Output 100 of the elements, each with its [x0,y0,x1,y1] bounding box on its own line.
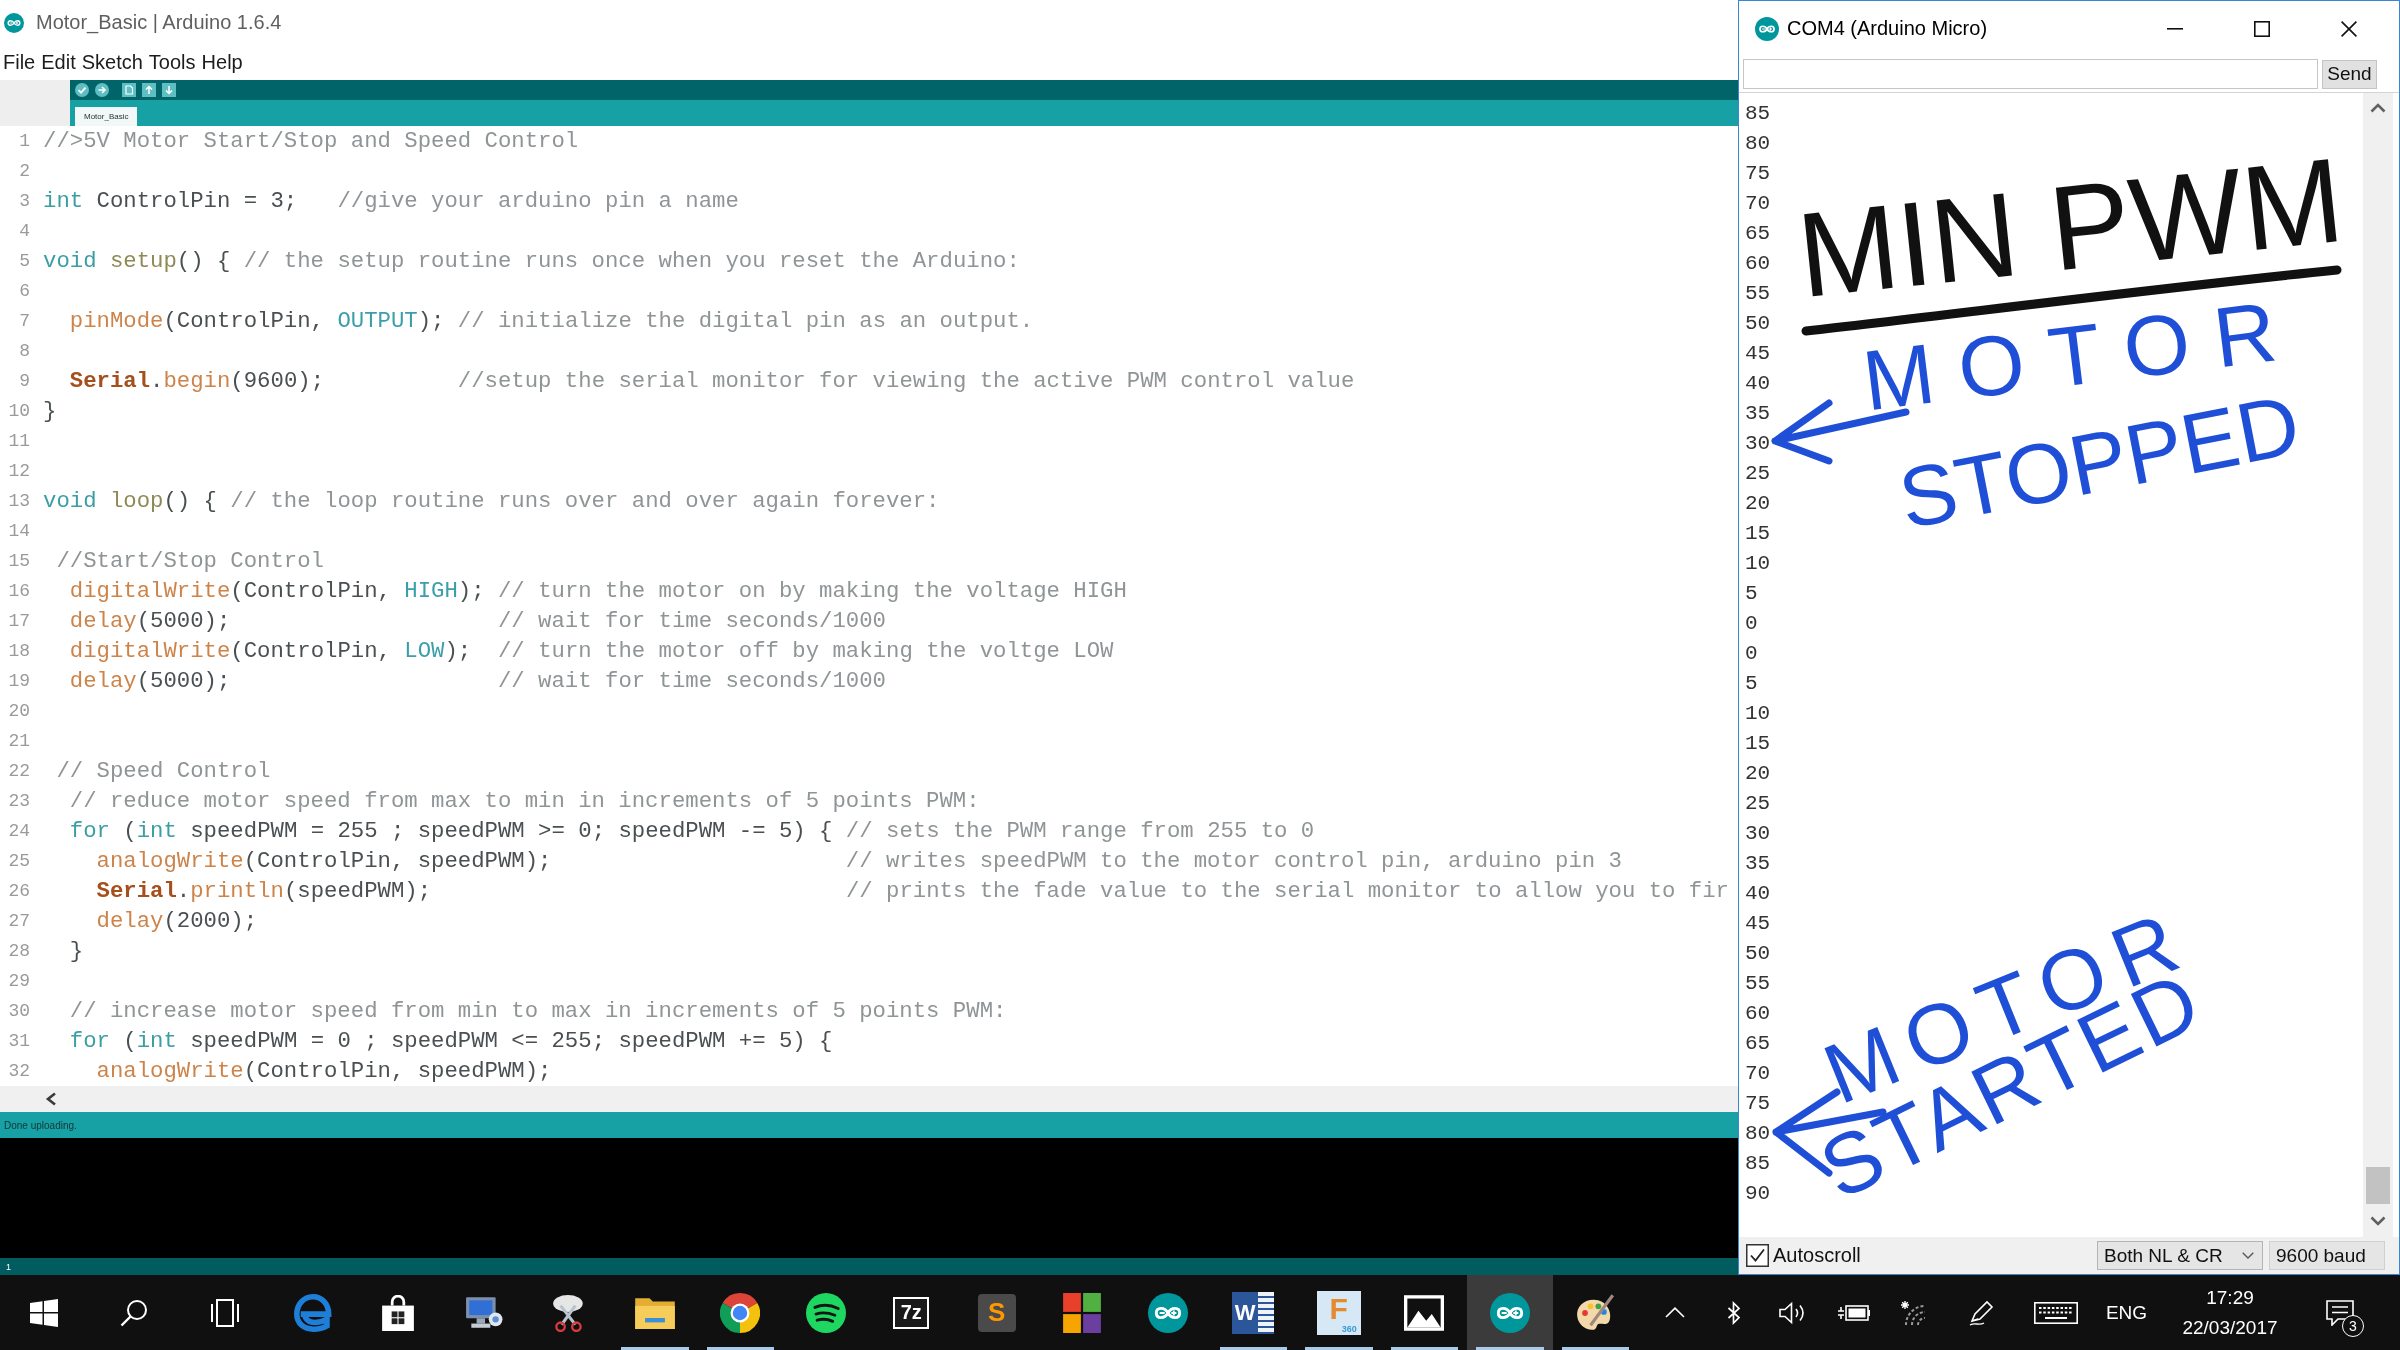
taskbar-button[interactable]: 7z [868,1275,954,1350]
line-number: 29 [8,970,30,993]
logo-letter: F [1329,1293,1348,1324]
serial-output-line: 60 [1745,1001,1771,1027]
scrollbar-thumb[interactable] [2366,1167,2390,1204]
mosaic-icon[interactable] [1063,1292,1102,1333]
file-tab[interactable]: Motor_Basic [75,107,138,126]
code-line: pinMode(ControlPin, OUTPUT); // initialize the digital pin as an output. [69,307,1034,336]
chevron-down-icon[interactable] [2370,1216,2386,1226]
serial-output-line: 75 [1745,161,1771,187]
shopping-bag-icon[interactable] [381,1294,416,1331]
notification-count: 3 [2342,1315,2364,1337]
serial-output-line: 30 [1745,431,1771,457]
serial-output-line: 55 [1745,281,1771,307]
minimize-icon[interactable] [2166,27,2183,30]
window-title: COM4 (Arduino Micro) [1787,17,1988,40]
code-line: delay(5000); // wait for time seconds/1000 [69,667,886,696]
line-number: 16 [8,580,30,603]
code-line: delay(5000); // wait for time seconds/1000 [69,607,886,636]
logo-caption: 360 [1341,1323,1357,1334]
clock-date[interactable]: 22/03/2017 [2182,1315,2278,1340]
landscape-icon[interactable] [1404,1294,1445,1331]
window-title: Motor_Basic | Arduino 1.6.4 [36,11,282,34]
serial-output-line: 75 [1745,1091,1771,1117]
speaker-icon[interactable] [1779,1300,1807,1325]
line-number: 12 [8,460,30,483]
line-number: 2 [19,160,30,183]
serial-output-line: 60 [1745,251,1771,277]
line-number: 23 [8,790,30,813]
menu-item[interactable]: Tools [148,51,196,74]
pen-icon[interactable] [1969,1299,1995,1326]
line-number: 32 [8,1060,30,1083]
taskbar-button[interactable] [1467,1275,1553,1350]
serial-output-line: 10 [1745,701,1771,727]
checkbox[interactable] [1746,1244,1769,1267]
e-shape-icon[interactable] [293,1293,332,1332]
serial-output-line: 55 [1745,971,1771,997]
line-number: 11 [8,430,30,453]
code-line: for (int speedPWM = 0 ; speedPWM <= 255; speedPWM += 5) { [69,1027,833,1056]
serial-output-line: 70 [1745,191,1771,217]
checkbox-label[interactable]: Autoscroll [1773,1244,1861,1267]
language-indicator[interactable]: ENG [2105,1301,2148,1324]
circle-waves-icon[interactable] [805,1292,846,1333]
line-ending-dropdown[interactable]: Both NL & CR [2097,1241,2263,1270]
close-icon[interactable] [2340,20,2357,37]
serial-output-line: 5 [1745,671,1758,697]
bluetooth-icon[interactable] [1727,1300,1741,1325]
check-circle-icon[interactable] [75,83,89,97]
menu-item[interactable]: File [3,51,36,74]
taskbar-button[interactable]: W [1210,1275,1296,1350]
keyboard-icon[interactable] [2034,1301,2078,1324]
line-number: 17 [8,610,30,633]
infinity-logo-icon[interactable] [1489,1292,1530,1333]
menu-item[interactable]: Edit [41,51,76,74]
infinity-logo-icon[interactable] [1147,1292,1188,1333]
line-number: 22 [8,760,30,783]
right-arrow-circle-icon[interactable] [95,83,109,97]
serial-output-line: 25 [1745,791,1771,817]
line-number: 28 [8,940,30,963]
line-number: 10 [8,400,30,423]
serial-output-line: 80 [1745,1121,1771,1147]
app-logo[interactable]: W [1232,1291,1275,1334]
computer-icon[interactable] [464,1295,503,1330]
search-icon[interactable] [120,1298,148,1327]
app-logo[interactable]: 7z [893,1296,930,1329]
menu-item[interactable]: Sketch [81,51,143,74]
code-line: analogWrite(ControlPin, speedPWM); // writes speedPWM to the motor control pin, arduino pin 3 [96,847,1622,876]
code-line: // Speed Control [56,757,271,786]
send-button[interactable]: Send [2322,59,2377,89]
start-icon[interactable] [30,1298,58,1327]
code-line: int ControlPin = 3; //give your arduino pin a name [43,187,739,216]
segmented-circle-icon[interactable] [720,1292,761,1333]
clock-time[interactable]: 17:29 [2206,1285,2254,1310]
chevron-left-icon[interactable] [45,1092,57,1106]
code-line: //Start/Stop Control [56,547,324,576]
line-indicator: 1 [6,1261,11,1272]
folder-icon[interactable] [634,1296,675,1329]
serial-output-line: 5 [1745,581,1758,607]
serial-output-line: 65 [1745,221,1771,247]
chevron-down-icon [2242,1252,2254,1259]
line-number: 19 [8,670,30,693]
taskbar-button[interactable]: S [954,1275,1040,1350]
baud-rate-dropdown[interactable]: 9600 baud [2269,1241,2385,1270]
serial-output-line: 0 [1745,611,1758,637]
menu-item[interactable]: Help [201,51,243,74]
infinity-logo-icon [1755,16,1779,41]
serial-output-line: 15 [1745,731,1771,757]
message-input[interactable] [1743,59,2318,89]
vertical-scrollbar[interactable] [2363,93,2393,1237]
serial-output-line: 35 [1745,401,1771,427]
maximize-icon[interactable] [2253,20,2270,37]
stacked-windows-icon[interactable] [210,1298,240,1327]
app-logo[interactable]: S [977,1293,1016,1332]
infinity-logo-icon [4,12,24,33]
serial-output-line: 40 [1745,881,1771,907]
serial-output-line: 65 [1745,1031,1771,1057]
code-line: // reduce motor speed from max to min in increments of 5 points PWM: [69,787,980,816]
palette-icon[interactable] [1575,1293,1616,1332]
line-number: 26 [8,880,30,903]
serial-output-line: 85 [1745,1151,1771,1177]
